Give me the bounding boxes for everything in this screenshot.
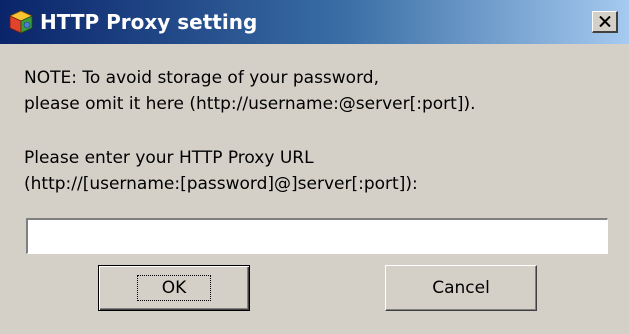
app-cube-icon xyxy=(8,9,34,35)
window-title: HTTP Proxy setting xyxy=(40,10,258,34)
prompt-line-2: (http://[username:[password]@]server[:po… xyxy=(24,174,418,194)
note-line-2: please omit it here (http://username:@se… xyxy=(24,94,476,114)
note-line-1: NOTE: To avoid storage of your password, xyxy=(24,68,379,88)
close-button[interactable] xyxy=(592,11,618,33)
cancel-button[interactable]: Cancel xyxy=(385,265,537,311)
close-icon xyxy=(598,16,611,27)
prompt-line-1: Please enter your HTTP Proxy URL xyxy=(24,148,314,168)
proxy-url-input[interactable] xyxy=(26,218,608,254)
ok-button-label: OK xyxy=(136,275,212,301)
cancel-button-label: Cancel xyxy=(432,278,490,298)
ok-button[interactable]: OK xyxy=(98,265,250,311)
proxy-dialog: HTTP Proxy setting NOTE: To avoid storag… xyxy=(0,0,629,334)
title-bar[interactable]: HTTP Proxy setting xyxy=(0,0,629,44)
